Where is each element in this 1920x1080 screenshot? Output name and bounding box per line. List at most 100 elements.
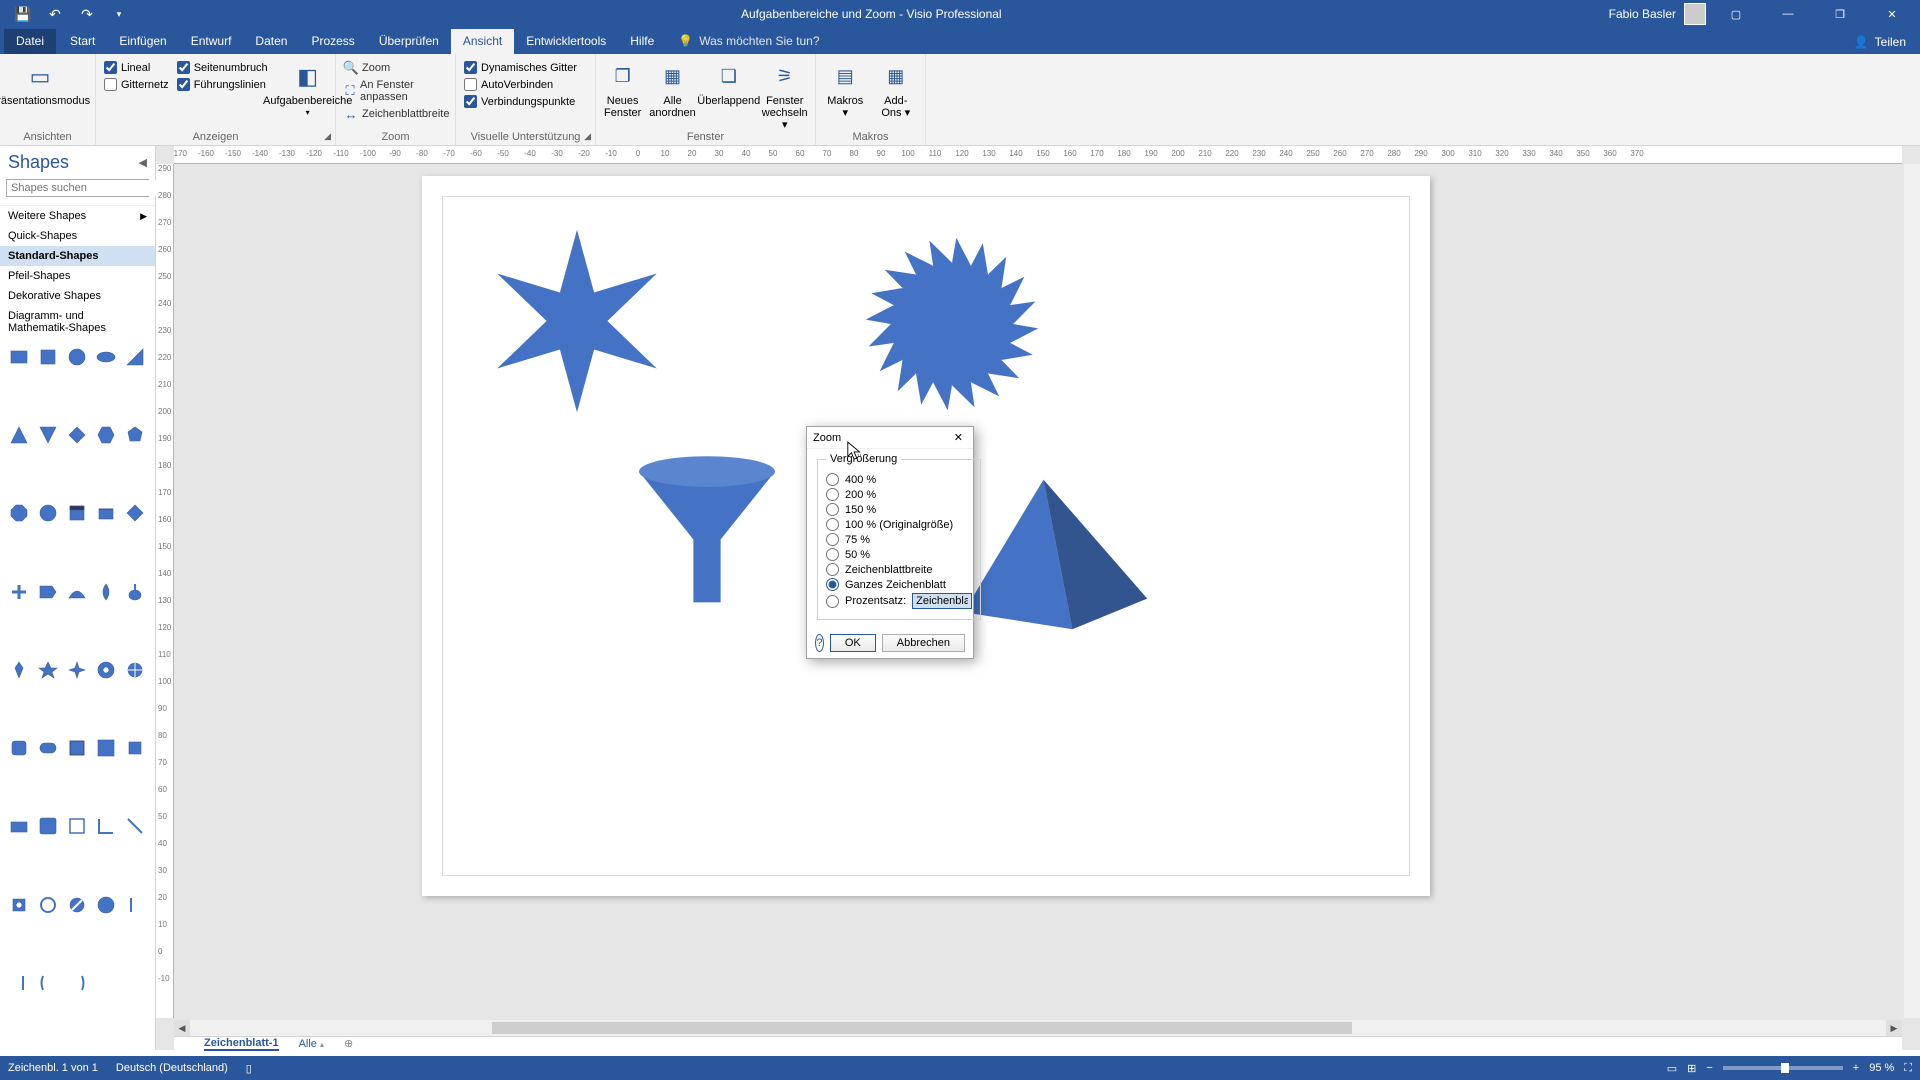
- shape-thumb-6[interactable]: [37, 424, 59, 446]
- check-dynamisches-gitter[interactable]: Dynamisches Gitter: [464, 61, 577, 74]
- page-tab-1[interactable]: Zeichenblatt-1: [204, 1037, 279, 1051]
- shape-thumb-25[interactable]: [8, 737, 30, 759]
- zoom-opt-100-originalgr-e-[interactable]: 100 % (Originalgröße): [826, 518, 972, 531]
- shape-thumb-14[interactable]: [124, 502, 146, 524]
- zoom-percent-input[interactable]: [912, 593, 972, 609]
- shape-thumb-19[interactable]: [124, 581, 146, 603]
- stencil-quick-shapes[interactable]: Quick-Shapes: [0, 226, 155, 246]
- shape-thumb-5[interactable]: [8, 424, 30, 446]
- shape-thumb-24[interactable]: [124, 659, 146, 681]
- zoom-cmd-2[interactable]: ↔Zeichenblattbreite: [344, 107, 449, 121]
- zoom-level[interactable]: 95 %: [1869, 1062, 1894, 1074]
- macro-btn-1[interactable]: ▦Add-Ons ▾: [875, 59, 918, 119]
- shape-thumb-41[interactable]: [37, 972, 59, 994]
- ribbon-display-icon[interactable]: ▢: [1714, 0, 1758, 28]
- scrollbar-vertical[interactable]: [1904, 164, 1920, 1018]
- anzeigen-launcher-icon[interactable]: ◢: [324, 131, 331, 142]
- shape-thumb-35[interactable]: [8, 894, 30, 916]
- check-lineal[interactable]: Lineal: [104, 61, 169, 74]
- presentation-mode-button[interactable]: ▭Präsentationsmodus: [8, 59, 72, 107]
- zoom-opt-50-[interactable]: 50 %: [826, 548, 972, 561]
- minimize-icon[interactable]: —: [1766, 0, 1810, 28]
- stencil-pfeil-shapes[interactable]: Pfeil-Shapes: [0, 266, 155, 286]
- shape-thumb-34[interactable]: [124, 815, 146, 837]
- window-btn-3[interactable]: ⚞Fenster wechseln ▾: [762, 59, 808, 131]
- tab-prozess[interactable]: Prozess: [299, 29, 366, 54]
- tab-entwicklertools[interactable]: Entwicklertools: [514, 29, 618, 54]
- shape-thumb-38[interactable]: [95, 894, 117, 916]
- zoom-cmd-0[interactable]: 🔍Zoom: [344, 61, 449, 75]
- shape-thumb-30[interactable]: [8, 815, 30, 837]
- shape-funnel[interactable]: [622, 446, 792, 616]
- shape-thumb-2[interactable]: [66, 346, 88, 368]
- scroll-right-icon[interactable]: ▶: [1886, 1020, 1902, 1036]
- shape-thumb-16[interactable]: [37, 581, 59, 603]
- tab-file[interactable]: Datei: [4, 29, 56, 54]
- undo-icon[interactable]: ↶: [40, 2, 70, 26]
- maximize-icon[interactable]: ❐: [1818, 0, 1862, 28]
- scroll-thumb[interactable]: [492, 1022, 1352, 1034]
- new-page-icon[interactable]: ⊕: [344, 1037, 353, 1050]
- shape-thumb-28[interactable]: [95, 737, 117, 759]
- close-icon[interactable]: ✕: [1870, 0, 1914, 28]
- shape-thumb-15[interactable]: [8, 581, 30, 603]
- shape-thumb-18[interactable]: [95, 581, 117, 603]
- shape-thumb-1[interactable]: [37, 346, 59, 368]
- shape-thumb-23[interactable]: [95, 659, 117, 681]
- help-icon[interactable]: ?: [815, 634, 824, 652]
- shape-thumb-22[interactable]: [66, 659, 88, 681]
- zoom-slider[interactable]: [1723, 1066, 1843, 1070]
- zoom-opt-zeichenblattbreite[interactable]: Zeichenblattbreite: [826, 563, 972, 576]
- shape-star[interactable]: [482, 226, 672, 416]
- tab-ansicht[interactable]: Ansicht: [451, 29, 514, 54]
- tab-entwurf[interactable]: Entwurf: [179, 29, 244, 54]
- fit-page-icon[interactable]: ⛶: [1904, 1062, 1912, 1075]
- macro-record-icon[interactable]: ▯: [246, 1062, 252, 1075]
- shape-thumb-33[interactable]: [95, 815, 117, 837]
- status-language[interactable]: Deutsch (Deutschland): [116, 1062, 228, 1074]
- check-seitenumbruch[interactable]: Seitenumbruch: [177, 61, 268, 74]
- shape-thumb-9[interactable]: [124, 424, 146, 446]
- tab-überprüfen[interactable]: Überprüfen: [367, 29, 451, 54]
- shape-thumb-3[interactable]: [95, 346, 117, 368]
- shape-burst[interactable]: [862, 234, 1042, 414]
- shape-thumb-42[interactable]: [66, 972, 88, 994]
- avatar[interactable]: [1684, 3, 1706, 25]
- shape-thumb-36[interactable]: [37, 894, 59, 916]
- window-btn-1[interactable]: ▦Alle anordnen: [649, 59, 695, 119]
- zoom-opt-75-[interactable]: 75 %: [826, 533, 972, 546]
- check-gitternetz[interactable]: Gitternetz: [104, 78, 169, 91]
- stencil-standard-shapes[interactable]: Standard-Shapes: [0, 246, 155, 266]
- window-btn-0[interactable]: ❐Neues Fenster: [604, 59, 641, 119]
- stencil-dekorative-shapes[interactable]: Dekorative Shapes: [0, 286, 155, 306]
- shape-thumb-32[interactable]: [66, 815, 88, 837]
- view-presentation-icon[interactable]: ▭: [1667, 1062, 1677, 1075]
- search-input[interactable]: [7, 180, 157, 196]
- shape-thumb-4[interactable]: [124, 346, 146, 368]
- tell-me[interactable]: 💡 Was möchten Sie tun?: [678, 34, 819, 54]
- tab-hilfe[interactable]: Hilfe: [618, 29, 666, 54]
- shape-thumb-20[interactable]: [8, 659, 30, 681]
- shape-thumb-37[interactable]: [66, 894, 88, 916]
- zoom-opt-400-[interactable]: 400 %: [826, 473, 972, 486]
- scrollbar-horizontal[interactable]: ◀ ▶: [174, 1020, 1902, 1036]
- share-button[interactable]: 👤 Teilen: [1840, 30, 1920, 54]
- qat-customize-icon[interactable]: ▾: [104, 2, 134, 26]
- cancel-button[interactable]: Abbrechen: [882, 634, 965, 652]
- dialog-close-icon[interactable]: ✕: [950, 431, 967, 444]
- zoom-out-icon[interactable]: −: [1706, 1062, 1712, 1074]
- shape-thumb-13[interactable]: [95, 502, 117, 524]
- zoom-cmd-1[interactable]: ⛶An Fenster anpassen: [344, 79, 449, 103]
- shape-thumb-29[interactable]: [124, 737, 146, 759]
- stencil-weitere-shapes[interactable]: Weitere Shapes▶: [0, 206, 155, 226]
- shapes-search[interactable]: ▾ 🔍: [6, 179, 149, 197]
- shape-thumb-11[interactable]: [37, 502, 59, 524]
- shape-thumb-39[interactable]: [124, 894, 146, 916]
- view-fit-icon[interactable]: ⊞: [1687, 1062, 1696, 1075]
- shape-thumb-12[interactable]: [66, 502, 88, 524]
- task-panes-button[interactable]: ◧Aufgabenbereiche▾: [276, 59, 340, 118]
- shape-thumb-27[interactable]: [66, 737, 88, 759]
- tab-einfügen[interactable]: Einfügen: [107, 29, 178, 54]
- visuell-launcher-icon[interactable]: ◢: [584, 131, 591, 142]
- tab-start[interactable]: Start: [58, 29, 107, 54]
